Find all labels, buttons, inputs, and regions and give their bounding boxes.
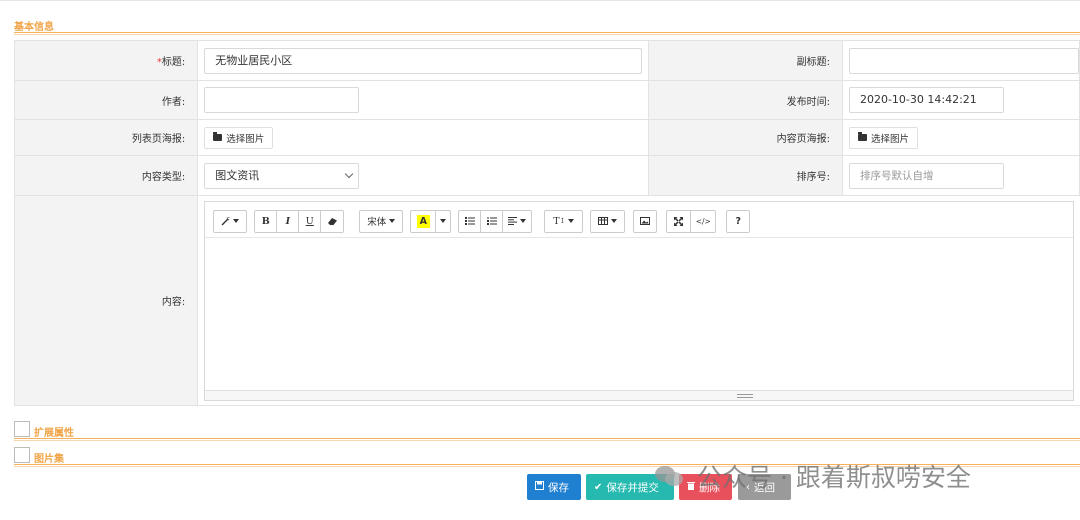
italic-button[interactable]: I [277,210,300,232]
list-poster-button-label: 选择图片 [226,133,265,145]
chevron-down-icon [345,169,354,178]
caret-down-icon [233,219,240,223]
help-group: ? [726,209,751,233]
content-poster-label: 内容页海报: [648,119,843,156]
caret-down-icon [389,219,396,223]
rich-text-editor: B I U 宋体 A T ↕ </> ? [204,200,1075,401]
header-underline-light [14,34,1080,35]
content-type-select[interactable]: 图文资讯 [204,162,360,189]
publish-time-input[interactable]: 2020-10-30 14:42:21 [848,87,1004,113]
list-poster-label: 列表页海报: [13,119,199,156]
content-poster-button-label: 选择图片 [870,133,909,145]
watermark-text: 公众号 · 跟着斯叔唠安全 [697,463,971,492]
bold-button[interactable]: B [255,210,278,232]
font-size-group: T ↕ [544,209,584,233]
publish-time-label: 发布时间: [648,80,843,120]
caret-down-icon [520,219,527,223]
eraser-button[interactable] [321,211,343,232]
table-icon [598,217,609,225]
color-group: A [410,209,452,233]
title-label-text: 标题: [161,57,186,68]
fore-color-button[interactable]: A [411,210,437,232]
top-divider [0,0,1080,1]
unordered-list-button[interactable] [459,210,482,232]
image-set-toggle[interactable] [14,447,30,463]
content-type-label: 内容类型: [13,155,199,196]
unordered-list-icon [464,217,475,225]
style-group [213,209,248,233]
caret-down-icon [568,219,575,223]
font-size-marker: ↕ [559,217,566,225]
underline-button[interactable]: U [299,210,322,232]
subtitle-label: 副标题: [648,40,843,81]
watermark: 公众号 · 跟着斯叔唠安全 [655,458,971,494]
header-underline [14,438,1080,439]
view-group: </> [666,209,717,233]
fore-color-dropdown[interactable] [436,211,450,232]
font-family-group: 宋体 [359,209,404,233]
editor-resize-handle[interactable] [205,389,1074,400]
save-and-submit-label: 保存并提交 [606,481,659,494]
caret-down-icon [611,219,618,223]
editor-content-area[interactable] [205,237,1074,390]
extended-attrs-toggle[interactable] [14,421,30,437]
folder-open-icon [857,132,867,141]
help-button[interactable]: ? [727,211,749,232]
table-dropdown[interactable] [591,211,624,232]
basic-info-title: 基本信息 [14,22,54,33]
header-underline [14,32,1080,33]
content-label: 内容: [13,195,199,406]
picture-icon [640,217,651,225]
magic-wand-style-button[interactable] [214,211,246,232]
insert-picture-button[interactable] [634,211,656,232]
basic-info-header: 基本信息 [14,15,1080,35]
align-dropdown[interactable] [503,211,531,232]
fullscreen-button[interactable] [667,210,692,232]
author-label: 作者: [13,80,199,120]
list-poster-select-button[interactable]: 选择图片 [204,126,274,149]
magic-wand-icon [221,216,230,225]
table-group [590,209,626,233]
content-type-value: 图文资讯 [215,168,260,182]
image-set-title: 图片集 [34,454,64,465]
sort-label: 排序号: [648,155,843,196]
editor-toolbar: B I U 宋体 A T ↕ </> ? [205,201,1074,238]
ordered-list-icon [486,217,497,225]
list-group [458,209,533,233]
fullscreen-icon [674,216,684,226]
font-size-dropdown[interactable]: T ↕ [545,211,582,232]
font-style-group: B I U [254,209,345,233]
code-view-button[interactable]: </> [691,211,715,232]
font-family-label: 宋体 [367,217,387,228]
align-left-icon [508,217,518,225]
resize-grip-icon [737,393,754,398]
caret-down-icon [440,219,447,223]
check-icon: ✔ [594,481,603,493]
ordered-list-button[interactable] [481,210,504,232]
save-button-label: 保存 [548,481,569,494]
floppy-disk-icon [535,481,544,493]
extended-attrs-title: 扩展属性 [34,428,74,439]
sort-input[interactable]: 排序号默认自增 [848,162,1004,189]
save-button[interactable]: 保存 [527,474,581,500]
header-underline-light [14,440,1080,441]
subtitle-input[interactable] [848,47,1079,74]
fore-color-label: A [416,214,430,228]
title-input[interactable]: 无物业居民小区 [204,47,643,74]
wechat-logo-icon [655,464,685,488]
picture-group [633,209,658,233]
author-input[interactable] [204,87,360,113]
extended-attrs-header[interactable]: 扩展属性 [14,421,1080,441]
font-family-dropdown[interactable]: 宋体 [360,211,402,232]
folder-open-icon [213,132,223,141]
title-label: *标题: [13,40,199,81]
content-poster-select-button[interactable]: 选择图片 [848,126,918,149]
eraser-icon [327,217,337,225]
basic-info-form: *标题: 无物业居民小区 副标题: 作者: 发布时间: 2020-10-30 1… [13,40,1080,406]
